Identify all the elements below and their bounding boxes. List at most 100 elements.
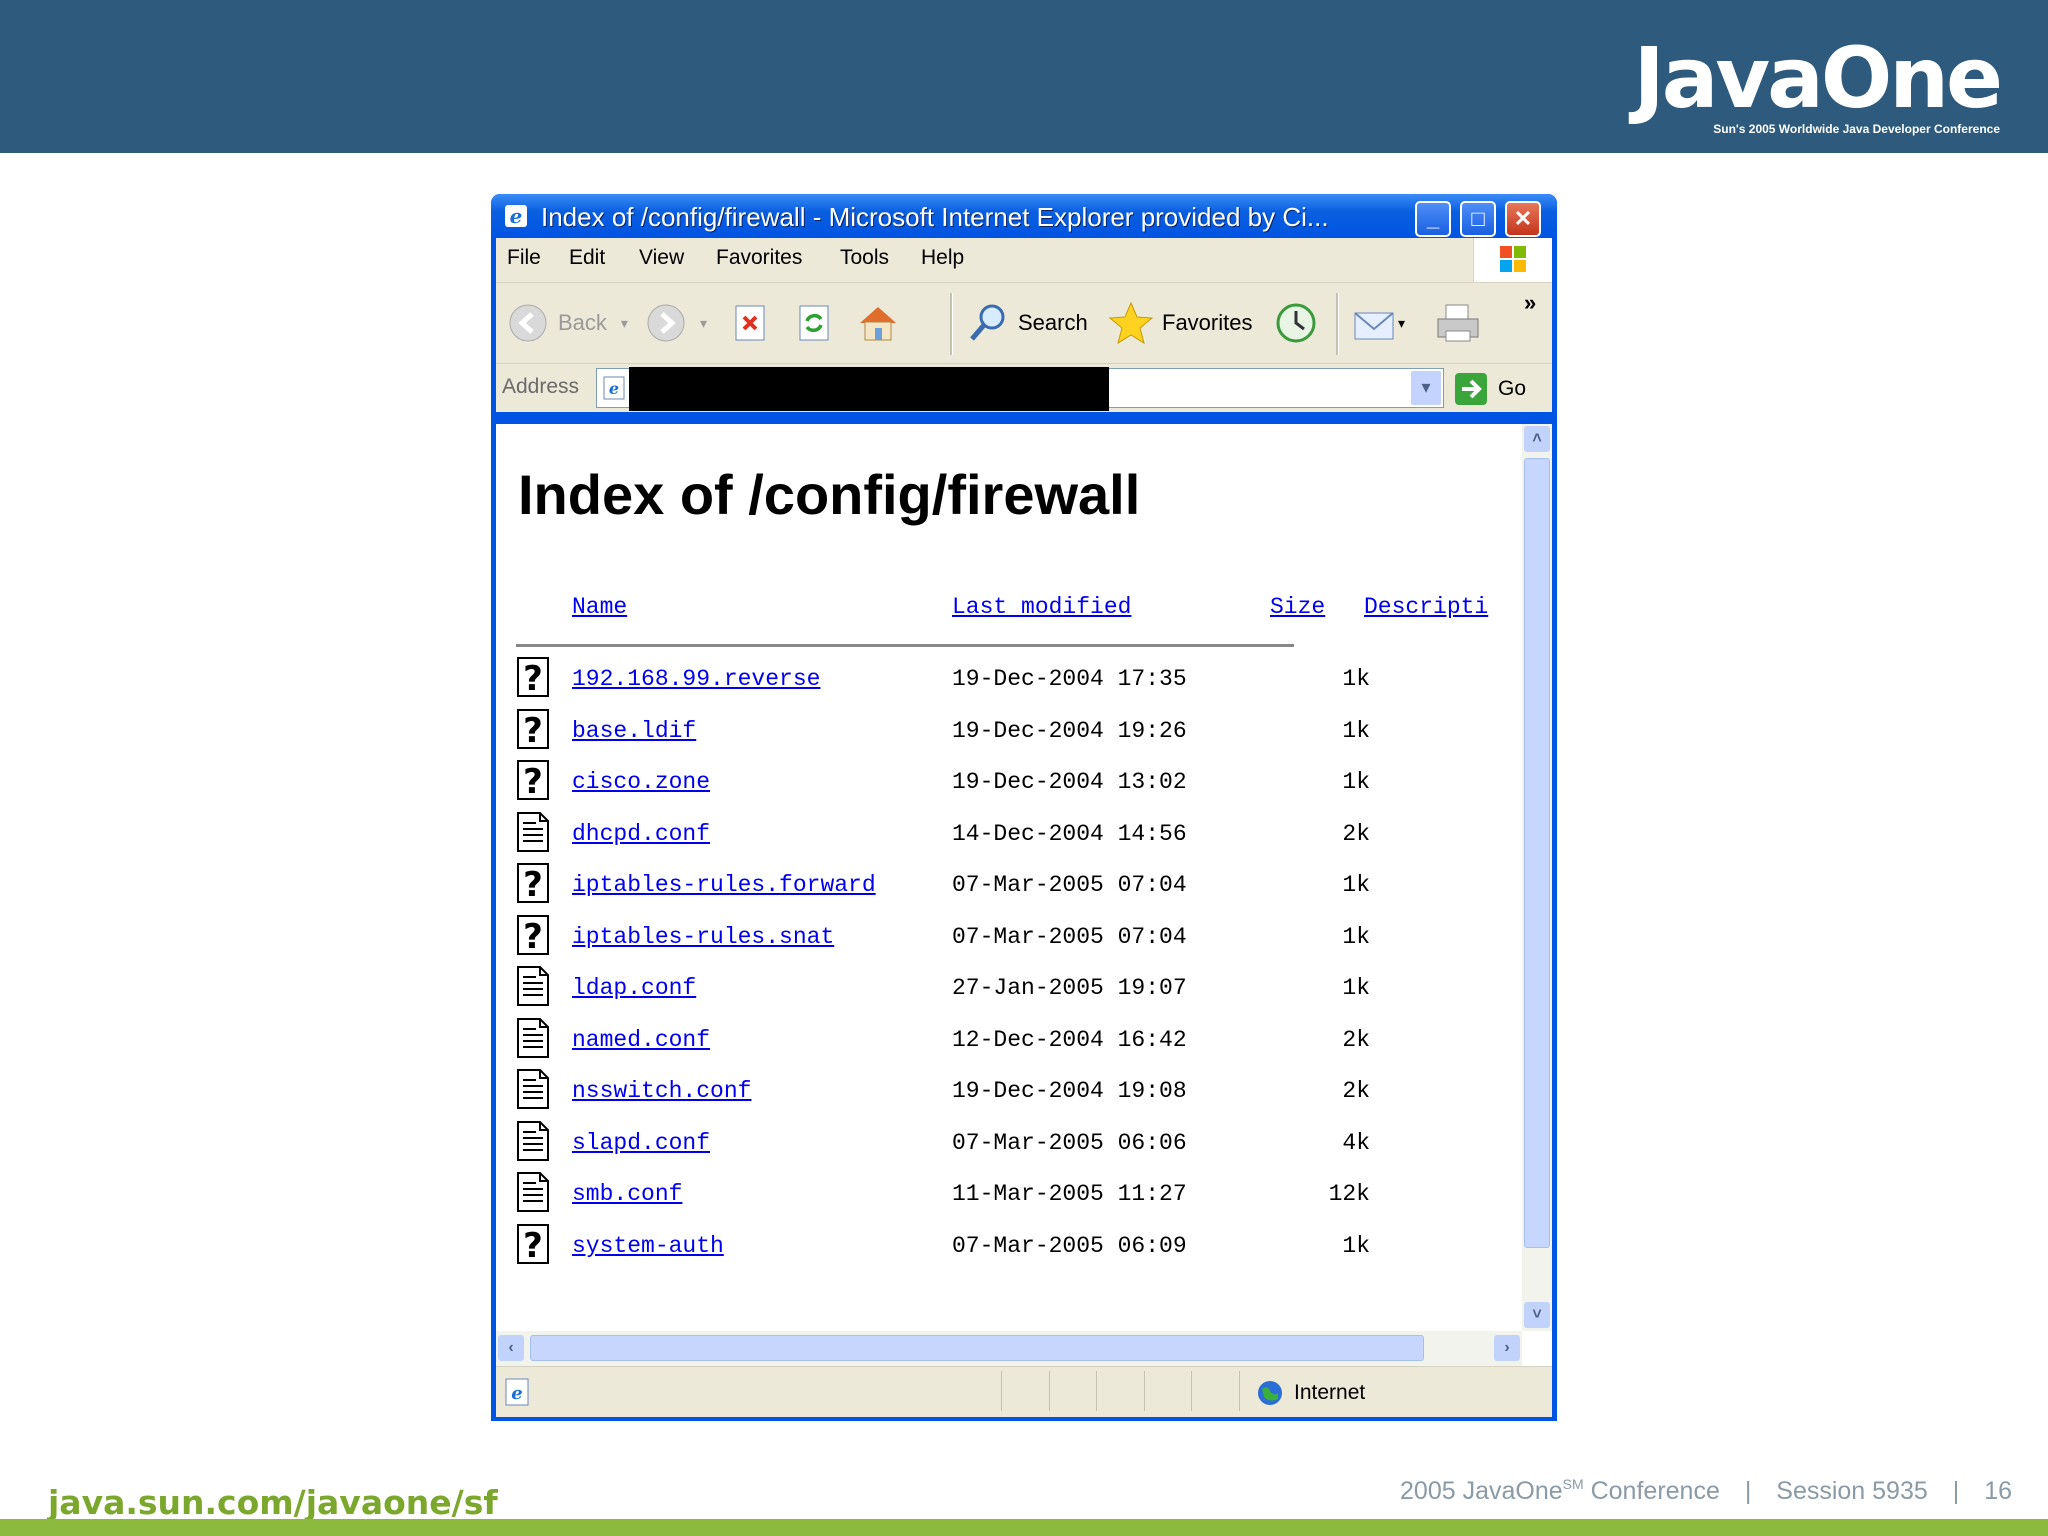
scroll-up-button[interactable]: ˄ [1524,426,1550,452]
file-link[interactable]: slapd.conf [572,1130,710,1156]
file-link[interactable]: iptables-rules.snat [572,924,834,950]
file-link[interactable]: dhcpd.conf [572,821,710,847]
file-modified: 07-Mar-2005 06:06 [952,1129,1187,1156]
horizontal-scroll-thumb[interactable] [530,1335,1424,1361]
file-link[interactable]: nsswitch.conf [572,1078,751,1104]
file-modified: 27-Jan-2005 19:07 [952,975,1187,1001]
address-label: Address [502,375,580,398]
footer-session: Session 5935 [1776,1477,1928,1505]
forward-arrow-icon [647,304,685,342]
page-icon: e [603,376,625,400]
refresh-button[interactable] [794,303,834,343]
file-size: 1k [1342,923,1370,950]
scroll-down-button[interactable]: ˅ [1524,1302,1550,1328]
file-link[interactable]: named.conf [572,1027,710,1053]
page-title: Index of /config/firewall [518,463,1141,526]
stop-button[interactable] [730,303,770,343]
col-header-description[interactable]: Descripti [1364,594,1488,620]
footer-separator: | [1952,1477,1960,1505]
file-modified: 19-Dec-2004 19:26 [952,717,1187,744]
file-modified: 19-Dec-2004 19:08 [952,1078,1187,1104]
svg-text:?: ? [523,711,543,750]
menu-edit[interactable]: Edit [569,246,605,270]
history-button[interactable] [1274,303,1318,343]
file-link[interactable]: base.ldif [572,718,696,744]
file-modified: 19-Dec-2004 13:02 [952,769,1187,795]
file-size: 1k [1342,1232,1370,1259]
favorites-star-icon [1108,301,1154,345]
col-header-name[interactable]: Name [572,594,627,620]
scroll-right-button[interactable]: › [1494,1335,1520,1361]
minimize-button[interactable]: _ [1415,201,1451,237]
file-row: ? cisco.zone 19-Dec-2004 13:02 1k [516,759,1370,809]
file-row: nsswitch.conf 19-Dec-2004 19:08 2k [516,1068,1370,1118]
home-button[interactable] [856,303,900,343]
file-row: ? base.ldif 19-Dec-2004 19:26 1k [516,708,1370,758]
printer-icon [1437,304,1479,342]
file-modified: 19-Dec-2004 17:35 [952,666,1187,692]
toolbar-separator [950,293,953,355]
window-title: Index of /config/firewall - Microsoft In… [541,202,1329,232]
file-modified: 11-Mar-2005 11:27 [952,1181,1187,1207]
footer-brand: 2005 JavaOne [1400,1477,1563,1505]
svg-text:?: ? [523,917,543,956]
search-label: Search [1018,310,1088,335]
forward-button[interactable]: ▾ [646,303,707,343]
menu-view[interactable]: View [639,246,684,270]
go-label: Go [1498,377,1527,400]
windows-flag-icon [1473,238,1552,282]
unknown-file-icon: ? [517,657,549,698]
go-arrow-icon [1455,373,1487,405]
mail-button[interactable]: ▾ [1352,303,1405,343]
svg-text:e: e [511,1383,522,1404]
toolbar-chevron[interactable]: » [1524,283,1536,323]
text-file-icon [517,1120,549,1161]
vertical-scrollbar[interactable]: ˄ ˅ [1522,424,1552,1331]
go-button[interactable]: Go [1454,372,1526,406]
file-size: 1k [1342,872,1370,898]
svg-text:?: ? [523,1226,543,1265]
footer-conference: Conference [1583,1477,1720,1505]
file-row: named.conf 12-Dec-2004 16:42 2k [516,1017,1370,1067]
address-input[interactable]: e ▾ [596,367,1444,411]
favorites-button[interactable]: Favorites [1108,301,1252,345]
file-modified: 14-Dec-2004 14:56 [952,820,1187,847]
history-icon [1276,303,1316,343]
menu-help[interactable]: Help [921,246,964,270]
text-file-icon [517,1172,549,1212]
internet-globe-icon [1258,1381,1282,1405]
unknown-file-icon: ? [517,863,549,904]
vertical-scroll-thumb[interactable] [1524,458,1550,1248]
menu-tools[interactable]: Tools [840,246,889,270]
file-link[interactable]: iptables-rules.forward [572,872,876,898]
address-dropdown-icon[interactable]: ▾ [1411,371,1441,405]
col-header-last-modified[interactable]: Last modified [952,594,1131,620]
menu-favorites[interactable]: Favorites [716,246,802,270]
address-bar: Address e ▾ Go [496,364,1552,412]
print-button[interactable] [1434,303,1482,343]
ie-window: e Index of /config/firewall - Microsoft … [491,194,1557,1421]
file-link[interactable]: system-auth [572,1233,724,1259]
close-button[interactable]: ✕ [1505,201,1541,237]
menu-file[interactable]: File [507,246,541,270]
home-icon [860,307,896,341]
maximize-button[interactable]: □ [1460,201,1496,237]
footer-separator: | [1744,1477,1752,1505]
back-arrow-icon [509,304,547,342]
scroll-left-button[interactable]: ‹ [498,1335,524,1361]
col-header-size[interactable]: Size [1270,594,1325,620]
file-link[interactable]: ldap.conf [572,975,696,1001]
back-button[interactable]: Back ▾ [508,303,628,343]
file-size: 2k [1342,1078,1370,1104]
horizontal-scrollbar[interactable]: ‹ › [496,1331,1522,1366]
file-link[interactable]: cisco.zone [572,769,710,795]
file-row: ? 192.168.99.reverse 19-Dec-2004 17:35 1k [516,656,1370,706]
file-row: ldap.conf 27-Jan-2005 19:07 1k [516,965,1370,1015]
menu-bar: File Edit View Favorites Tools Help [496,238,1552,283]
file-link[interactable]: smb.conf [572,1181,682,1207]
search-button[interactable]: Search [966,303,1088,343]
header-rule [516,644,1294,647]
status-bar: e Internet [496,1366,1552,1417]
file-link[interactable]: 192.168.99.reverse [572,666,820,692]
text-file-icon [517,1069,549,1109]
